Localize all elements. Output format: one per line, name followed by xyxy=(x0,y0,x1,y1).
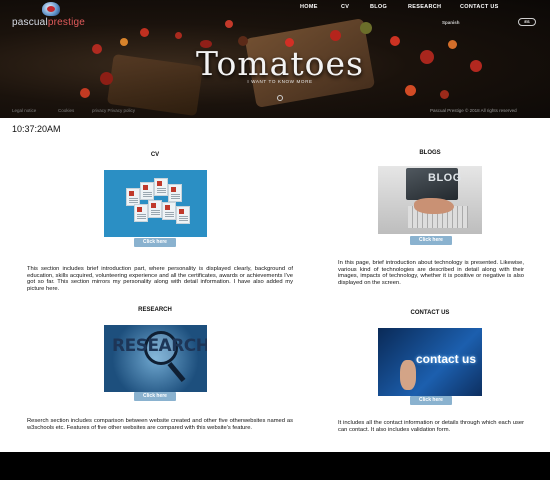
tomato-decoration xyxy=(405,85,416,96)
cv-document-icon xyxy=(148,200,162,218)
nav-research[interactable]: RESEARCH xyxy=(408,4,441,10)
cv-document-icon xyxy=(176,206,190,224)
language-label: Spanish xyxy=(442,20,460,25)
tomato-decoration xyxy=(92,44,102,54)
brand-logo[interactable]: pascualprestige xyxy=(12,2,107,32)
cv-document-icon xyxy=(140,182,154,200)
cookies-link[interactable]: Cookies xyxy=(58,108,74,113)
logo-icon xyxy=(42,2,60,16)
research-card-image: RESEARCH xyxy=(104,325,207,392)
tomato-decoration xyxy=(448,40,457,49)
contact-description: It includes all the contact information … xyxy=(338,420,524,433)
hero-title: Tomatoes xyxy=(196,44,364,83)
research-image-text: RESEARCH xyxy=(112,336,207,356)
hero-banner: pascualprestige HOME CV BLOG RESEARCH CO… xyxy=(0,0,550,118)
tomato-decoration xyxy=(100,72,113,85)
tomato-decoration xyxy=(140,28,149,37)
research-click-here-button[interactable]: Click here xyxy=(134,392,176,401)
nav-cv[interactable]: CV xyxy=(341,4,349,10)
tomato-decoration xyxy=(120,38,128,46)
blogs-click-here-button[interactable]: Click here xyxy=(410,236,452,245)
hero-subtitle[interactable]: I WANT TO KNOW MORE xyxy=(200,79,360,84)
tomato-decoration xyxy=(80,88,90,98)
footer-bar xyxy=(0,452,550,480)
brand-name: pascualprestige xyxy=(12,17,86,28)
cv-description: This section includes brief introduction… xyxy=(27,266,293,292)
privacy-policy-link[interactable]: privacy Privacy policy xyxy=(92,108,135,113)
nav-home[interactable]: HOME xyxy=(300,4,318,10)
clock-display: 10:37:20AM xyxy=(12,124,61,134)
nav-blog[interactable]: BLOG xyxy=(370,4,387,10)
research-card-title: RESEARCH xyxy=(138,307,172,313)
header-footer-links: Legal notice Cookies privacy Privacy pol… xyxy=(12,108,212,116)
page: pascualprestige HOME CV BLOG RESEARCH CO… xyxy=(0,0,550,480)
tomato-decoration xyxy=(175,32,182,39)
research-description: Reserch section includes comparison betw… xyxy=(27,418,293,431)
contact-card-image: contact us xyxy=(378,328,482,396)
blogs-card-title: BLOGS xyxy=(419,150,441,156)
contact-card-title: CONTACT US xyxy=(410,310,450,316)
cv-document-icon xyxy=(168,184,182,202)
contact-image-text: contact us xyxy=(416,352,477,366)
magnifying-glass-handle xyxy=(167,361,186,383)
cv-document-icon xyxy=(154,178,168,196)
blogs-card-image: BLOG xyxy=(378,166,482,234)
tomato-decoration xyxy=(225,20,233,28)
tomato-decoration xyxy=(440,90,449,99)
tomato-decoration xyxy=(470,60,482,72)
cv-card-title: CV xyxy=(150,152,160,158)
slider-dot-indicator[interactable] xyxy=(277,95,283,101)
main-content: 10:37:20AM CV Click here This section in… xyxy=(0,118,550,452)
tomato-decoration xyxy=(330,30,341,41)
legal-notice-link[interactable]: Legal notice xyxy=(12,108,36,113)
main-nav: HOME CV BLOG RESEARCH CONTACT US xyxy=(288,4,548,16)
nav-contact-us[interactable]: CONTACT US xyxy=(460,4,499,10)
contact-click-here-button[interactable]: Click here xyxy=(410,396,452,405)
language-button[interactable]: ES xyxy=(518,18,536,26)
blog-image-text: BLOG xyxy=(428,172,462,184)
cv-document-icon xyxy=(162,202,176,220)
copyright-text: Pascual Prestige © 2018 All rights reser… xyxy=(430,108,517,113)
hand xyxy=(400,360,416,390)
blogs-description: In this page, brief introduction about t… xyxy=(338,260,524,286)
cv-card-image xyxy=(104,170,207,237)
tomato-decoration xyxy=(360,22,372,34)
cv-document-icon xyxy=(134,204,148,222)
hand xyxy=(414,198,454,214)
cv-click-here-button[interactable]: Click here xyxy=(134,238,176,247)
